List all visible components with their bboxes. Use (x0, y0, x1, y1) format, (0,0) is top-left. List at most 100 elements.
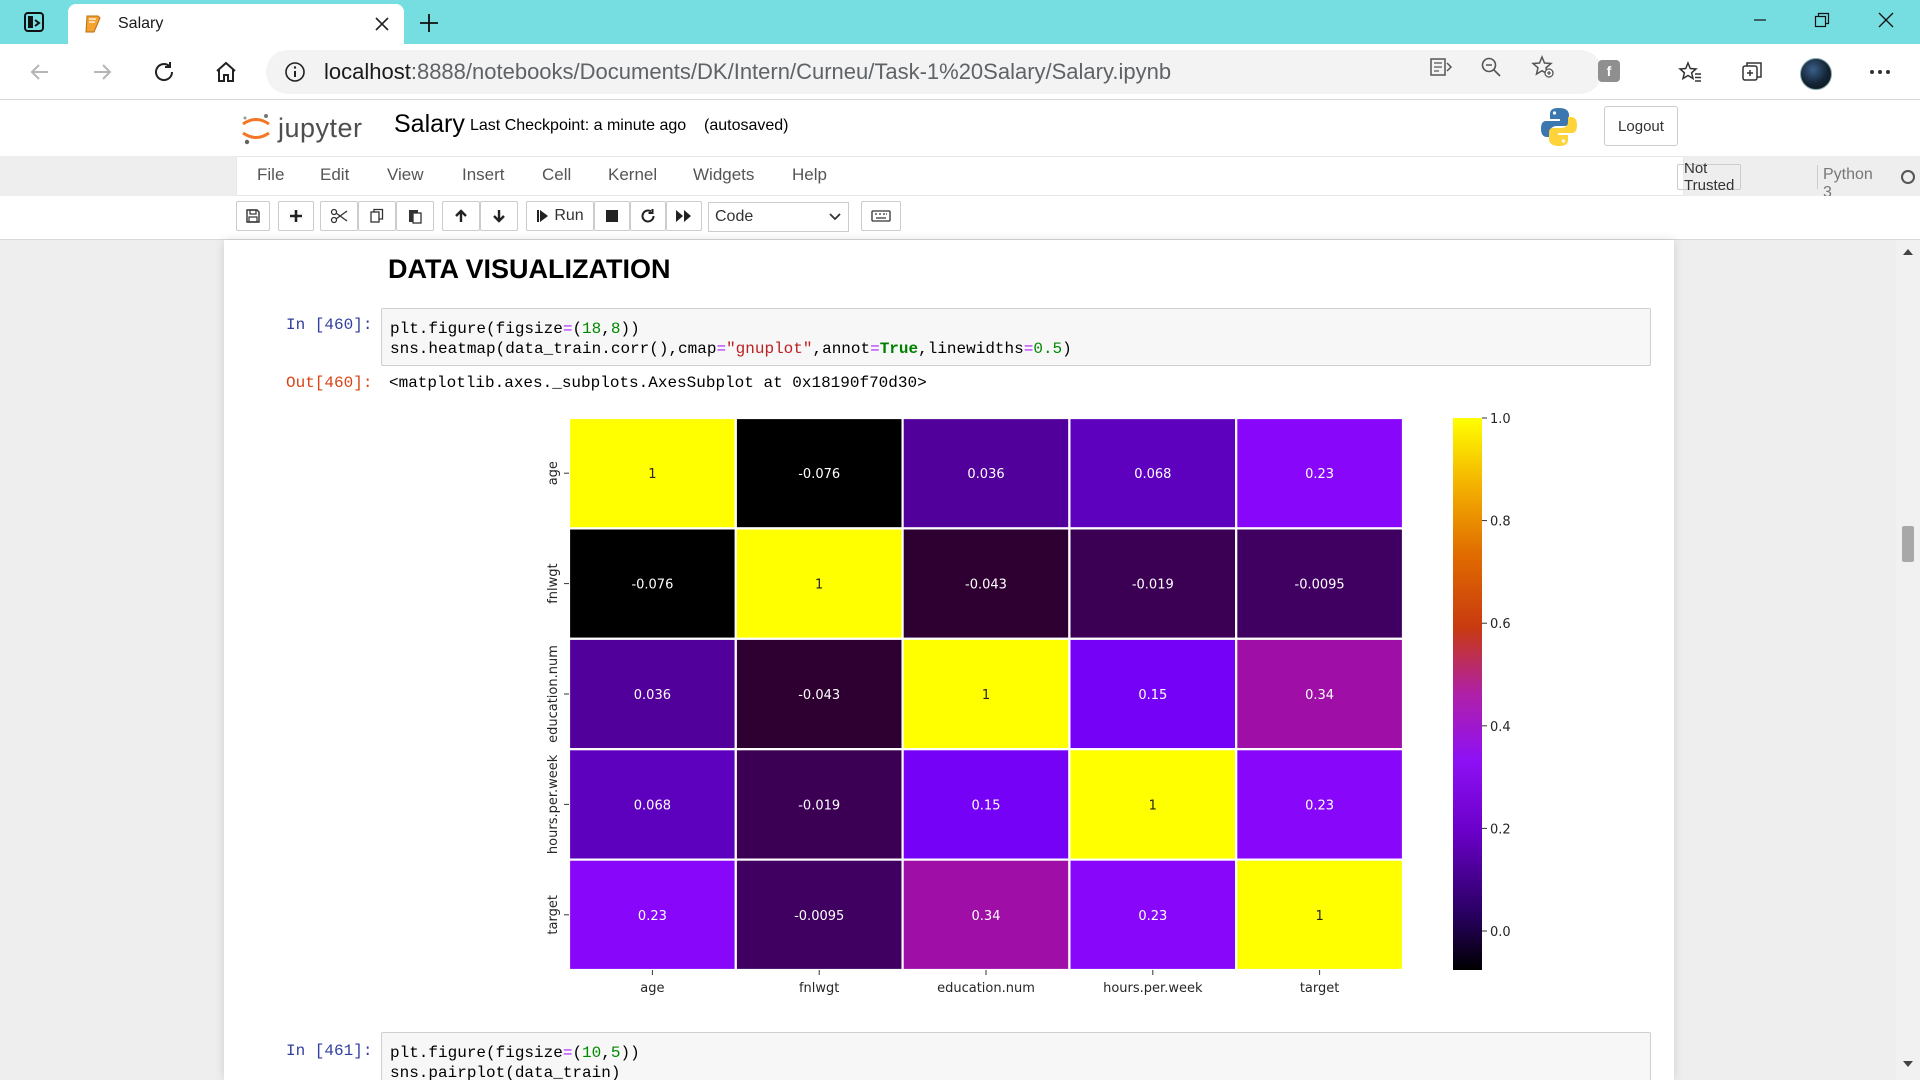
profile-avatar[interactable] (1800, 58, 1832, 90)
favorites-icon[interactable] (1672, 54, 1708, 90)
jupyter-logo-icon (242, 114, 270, 145)
jupyter-logo[interactable]: jupyter (240, 108, 380, 148)
notebook-container: DATA VISUALIZATION In [460]: plt.figure(… (224, 240, 1674, 1080)
back-arrow-icon[interactable] (22, 54, 58, 90)
menu-view[interactable]: View (387, 165, 424, 185)
menu-insert[interactable]: Insert (462, 165, 505, 185)
command-palette-button[interactable] (861, 201, 901, 231)
y-tick-label: hours.per.week (546, 754, 561, 854)
cell-type-select[interactable]: Code (708, 202, 849, 232)
menu-file[interactable]: File (257, 165, 284, 185)
autosave-status: (autosaved) (704, 117, 789, 134)
x-tick-label: fnlwgt (799, 981, 839, 996)
scroll-up-icon[interactable] (1902, 248, 1914, 256)
close-window-icon[interactable] (1856, 0, 1916, 40)
colorbar-tick-label: 1.0 (1490, 412, 1511, 427)
cut-button[interactable] (320, 201, 358, 231)
restore-window-icon[interactable] (1792, 0, 1852, 40)
restart-icon (641, 209, 655, 223)
logout-button[interactable]: Logout (1604, 106, 1678, 146)
url-path: :8888/notebooks/Documents/DK/Intern/Curn… (410, 59, 1172, 84)
code-token: ( (572, 1044, 583, 1062)
kernel-idle-indicator-icon (1901, 170, 1915, 184)
restart-kernel-button[interactable] (630, 201, 666, 231)
save-icon (246, 209, 260, 223)
menu-help[interactable]: Help (792, 165, 827, 185)
save-button[interactable] (236, 201, 270, 231)
x-tick-label: age (640, 981, 664, 996)
heatmap-annotation: -0.076 (798, 467, 840, 482)
menu-widgets[interactable]: Widgets (693, 165, 754, 185)
home-icon[interactable] (208, 54, 244, 90)
run-button[interactable]: Run (526, 201, 594, 231)
not-trusted-button[interactable]: Not Trusted (1677, 160, 1742, 194)
code-token: , (601, 320, 611, 338)
collections-icon[interactable] (1734, 54, 1770, 90)
code-cell-heatmap[interactable]: plt.figure(figsize=(18,8)) sns.heatmap(da… (381, 308, 1651, 366)
address-bar[interactable]: localhost:8888/notebooks/Documents/DK/In… (266, 50, 1602, 94)
minimize-window-icon[interactable] (1730, 0, 1790, 40)
menu-kernel[interactable]: Kernel (608, 165, 657, 185)
zoom-out-icon[interactable] (1476, 52, 1506, 82)
colorbar-tick-label: 0.8 (1490, 515, 1511, 530)
code-token: ,annot (812, 340, 871, 358)
move-up-button[interactable] (442, 201, 480, 231)
heatmap-annotation: 1 (1149, 798, 1157, 813)
jupyter-toolbar: Run Code (0, 196, 1920, 240)
heatmap-annotation: 0.15 (1138, 688, 1167, 703)
code-cell-pairplot[interactable]: plt.figure(figsize=(10,5)) sns.pairplot(d… (381, 1032, 1651, 1080)
cell-input-prompt: In [460]: (286, 316, 373, 334)
vertical-scrollbar[interactable] (1896, 240, 1920, 1080)
y-tick-label: target (546, 895, 561, 935)
more-options-icon[interactable] (1862, 54, 1898, 90)
paste-button[interactable] (396, 201, 434, 231)
x-tick-label: target (1300, 981, 1340, 996)
add-favorite-icon[interactable] (1528, 52, 1558, 82)
code-token: 10 (582, 1044, 602, 1062)
arrow-down-icon (493, 210, 505, 223)
browser-tab-bar: Salary (0, 0, 1920, 44)
insert-cell-button[interactable] (278, 201, 314, 231)
heatmap-annotation: -0.019 (798, 798, 840, 813)
jupyter-logo-text: jupyter (278, 112, 363, 143)
menu-cell[interactable]: Cell (542, 165, 571, 185)
plus-icon (290, 210, 302, 222)
run-label: Run (554, 207, 584, 224)
heatmap-annotation: 1 (1315, 909, 1323, 924)
heatmap-x-labels: age fnlwgt education.num hours.per.week targ… (640, 970, 1339, 996)
notebook-name[interactable]: Salary (394, 110, 465, 139)
move-down-button[interactable] (480, 201, 518, 231)
scroll-down-icon[interactable] (1902, 1060, 1914, 1068)
heatmap-annotation: 0.036 (967, 467, 1004, 482)
url-host: localhost (324, 59, 411, 84)
interrupt-kernel-button[interactable] (594, 201, 630, 231)
x-tick-label: hours.per.week (1103, 981, 1203, 996)
tab-actions-icon[interactable] (14, 8, 54, 36)
immersive-reader-icon[interactable] (1426, 52, 1456, 82)
code-line: sns.heatmap(data_train.corr(),cmap="gnup… (390, 339, 1642, 359)
cell-type-value: Code (715, 208, 754, 225)
copy-button[interactable] (358, 201, 396, 231)
tab-close-icon[interactable] (364, 6, 400, 42)
heatmap-annotation: -0.076 (631, 578, 673, 593)
heatmap-annotation: 0.34 (1305, 688, 1334, 703)
kernel-divider (1817, 165, 1818, 189)
heatmap-annotation: 0.068 (634, 798, 671, 813)
restart-run-all-button[interactable] (666, 201, 702, 231)
reload-icon[interactable] (146, 54, 182, 90)
new-tab-button[interactable] (412, 6, 446, 40)
code-token: )) (620, 1044, 640, 1062)
cell-output-prompt: Out[460]: (286, 374, 373, 392)
forward-arrow-icon[interactable] (84, 54, 120, 90)
menu-edit[interactable]: Edit (320, 165, 349, 185)
site-info-icon[interactable] (284, 61, 306, 83)
url-text: localhost:8888/notebooks/Documents/DK/In… (324, 59, 1171, 85)
extension-icon[interactable]: f (1598, 60, 1620, 82)
markdown-heading[interactable]: DATA VISUALIZATION (388, 254, 670, 285)
heatmap-annotation: 0.23 (1138, 909, 1167, 924)
python-logo-icon (1541, 108, 1577, 146)
code-token: ) (1062, 340, 1072, 358)
scrollbar-thumb[interactable] (1902, 526, 1914, 562)
heatmap-y-labels: age fnlwgt education.num hours.per.week targ… (546, 461, 569, 935)
browser-tab-salary[interactable]: Salary (68, 4, 404, 44)
